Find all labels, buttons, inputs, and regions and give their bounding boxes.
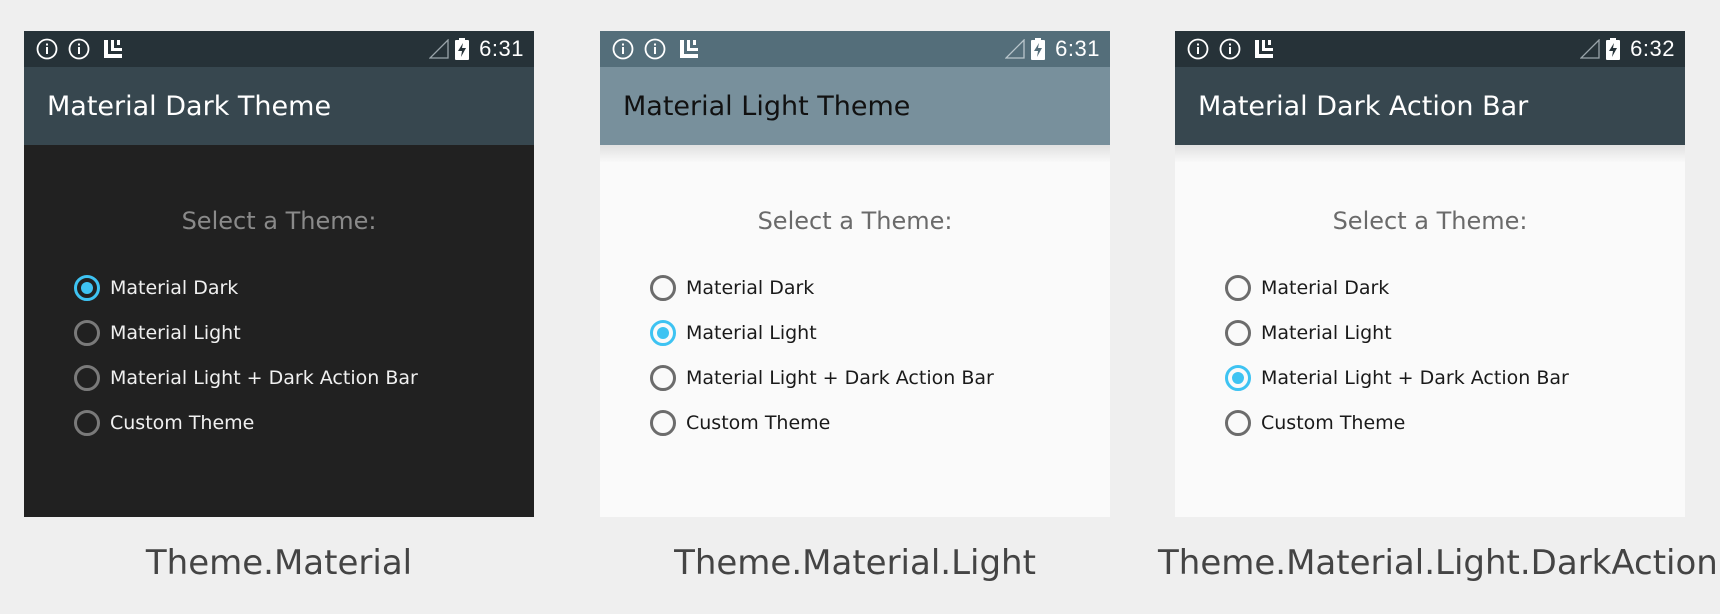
status-clock: 6:31 <box>1055 36 1100 61</box>
info-icon <box>644 38 666 60</box>
radio-option-material-dark[interactable]: Material Dark <box>74 265 418 310</box>
radio-button[interactable] <box>1225 409 1251 436</box>
info-icon <box>36 38 58 60</box>
info-icon <box>1219 38 1241 60</box>
signal-icon <box>1580 39 1600 59</box>
radio-option-light-dark-action-bar[interactable]: Material Light + Dark Action Bar <box>650 355 994 400</box>
radio-button[interactable] <box>650 409 676 436</box>
signal-icon <box>429 39 449 59</box>
status-bar: 6:31 <box>24 31 534 67</box>
radio-label: Material Light <box>1261 321 1392 344</box>
radio-option-material-dark[interactable]: Material Dark <box>1225 265 1569 310</box>
radio-label: Custom Theme <box>1261 411 1406 434</box>
radio-label: Material Light <box>110 321 241 344</box>
theme-prompt: Select a Theme: <box>757 207 953 235</box>
radio-label: Custom Theme <box>686 411 831 434</box>
app-launcher-icon <box>1253 38 1275 60</box>
theme-radio-group: Material Dark Material Light Material Li… <box>1225 265 1569 445</box>
radio-label: Material Light + Dark Action Bar <box>110 366 418 389</box>
battery-charging-icon <box>455 38 470 60</box>
radio-label: Material Light + Dark Action Bar <box>686 366 994 389</box>
status-bar: 6:32 <box>1175 31 1685 67</box>
info-icon <box>68 38 90 60</box>
radio-button[interactable] <box>650 364 676 391</box>
radio-button-checked[interactable] <box>74 274 100 301</box>
action-bar-title: Material Dark Action Bar <box>1175 67 1685 145</box>
radio-option-custom-theme[interactable]: Custom Theme <box>74 400 418 445</box>
caption-theme-material-light-darkactionbar: Theme.Material.Light.DarkActionBar <box>1158 543 1720 583</box>
comparison-figure: 6:31 Material Dark Theme Select a Theme:… <box>0 0 1720 614</box>
radio-option-material-light[interactable]: Material Light <box>1225 310 1569 355</box>
radio-button[interactable] <box>650 274 676 301</box>
battery-charging-icon <box>1031 38 1046 60</box>
action-bar-title: Material Light Theme <box>600 67 1110 145</box>
radio-option-material-dark[interactable]: Material Dark <box>650 265 994 310</box>
radio-option-light-dark-action-bar[interactable]: Material Light + Dark Action Bar <box>1225 355 1569 400</box>
radio-button-checked[interactable] <box>1225 364 1251 391</box>
status-bar: 6:31 <box>600 31 1110 67</box>
notification-icons <box>612 38 700 60</box>
radio-button[interactable] <box>1225 274 1251 301</box>
radio-button[interactable] <box>74 409 100 436</box>
app-launcher-icon <box>102 38 124 60</box>
radio-label: Material Dark <box>110 276 239 299</box>
theme-radio-group: Material Dark Material Light Material Li… <box>650 265 994 445</box>
status-clock: 6:31 <box>479 36 524 61</box>
content-area: Select a Theme: Material Dark Material L… <box>24 145 534 517</box>
radio-button[interactable] <box>74 364 100 391</box>
caption-theme-material-light: Theme.Material.Light <box>674 543 1036 583</box>
radio-button[interactable] <box>1225 319 1251 346</box>
radio-label: Material Light + Dark Action Bar <box>1261 366 1569 389</box>
content-area: Select a Theme: Material Dark Material L… <box>600 145 1110 517</box>
status-clock: 6:32 <box>1630 36 1675 61</box>
radio-button-checked[interactable] <box>650 319 676 346</box>
radio-option-material-light[interactable]: Material Light <box>74 310 418 355</box>
radio-label: Material Dark <box>686 276 815 299</box>
radio-label: Material Light <box>686 321 817 344</box>
notification-icons <box>1187 38 1275 60</box>
radio-option-light-dark-action-bar[interactable]: Material Light + Dark Action Bar <box>74 355 418 400</box>
radio-label: Custom Theme <box>110 411 255 434</box>
phone-screen-material-light: 6:31 Material Light Theme Select a Theme… <box>600 31 1110 517</box>
theme-radio-group: Material Dark Material Light Material Li… <box>74 265 418 445</box>
info-icon <box>1187 38 1209 60</box>
caption-theme-material: Theme.Material <box>145 543 413 583</box>
app-launcher-icon <box>678 38 700 60</box>
radio-label: Material Dark <box>1261 276 1390 299</box>
notification-icons <box>36 38 124 60</box>
phone-screen-material-dark: 6:31 Material Dark Theme Select a Theme:… <box>24 31 534 517</box>
signal-icon <box>1005 39 1025 59</box>
content-area: Select a Theme: Material Dark Material L… <box>1175 145 1685 517</box>
info-icon <box>612 38 634 60</box>
action-bar-title: Material Dark Theme <box>24 67 534 145</box>
radio-option-custom-theme[interactable]: Custom Theme <box>1225 400 1569 445</box>
theme-prompt: Select a Theme: <box>1332 207 1528 235</box>
theme-prompt: Select a Theme: <box>181 207 377 235</box>
radio-button[interactable] <box>74 319 100 346</box>
radio-option-custom-theme[interactable]: Custom Theme <box>650 400 994 445</box>
battery-charging-icon <box>1606 38 1621 60</box>
radio-option-material-light[interactable]: Material Light <box>650 310 994 355</box>
phone-screen-material-dark-action-bar: 6:32 Material Dark Action Bar Select a T… <box>1175 31 1685 517</box>
